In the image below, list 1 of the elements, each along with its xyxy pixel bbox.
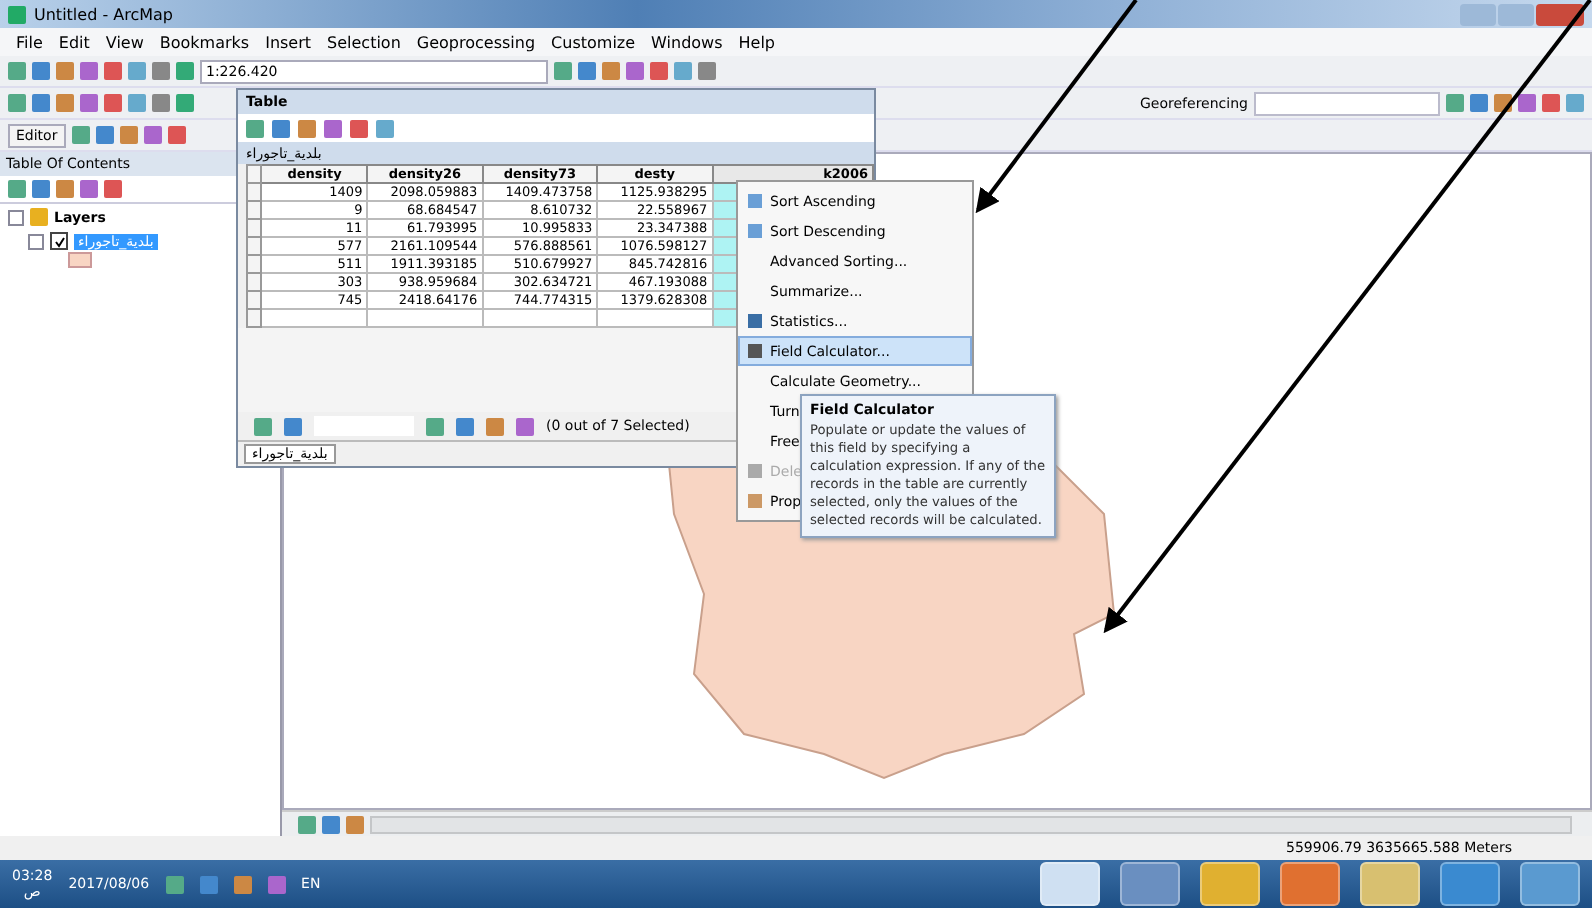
window-title: Untitled - ArcMap bbox=[34, 5, 173, 23]
